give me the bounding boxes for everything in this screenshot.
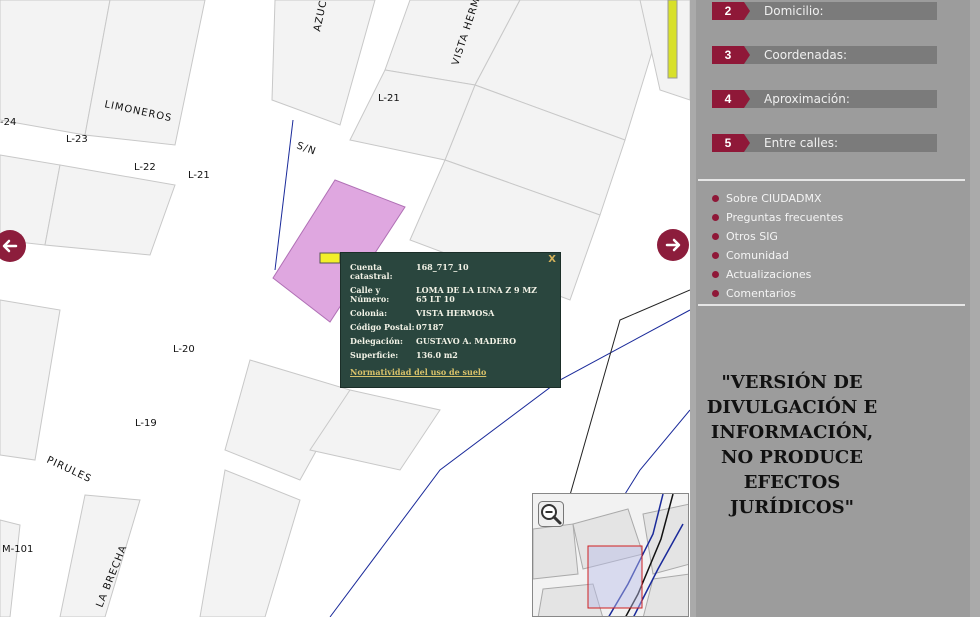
info-value: LOMA DE LA LUNA Z 9 MZ 65 LT 10 — [416, 285, 538, 304]
parcel-info-popup: X Cuenta catastral: 168_717_10 Calle y N… — [340, 252, 561, 388]
arrow-left-icon — [2, 239, 18, 253]
step-label: Aproximación: — [764, 92, 850, 106]
menu-item-label: Preguntas frecuentes — [726, 211, 844, 224]
bullet-icon — [712, 290, 719, 297]
block-label: M-101 — [2, 544, 33, 555]
step-number-badge: 5 — [712, 134, 750, 152]
info-row: Superficie: 136.0 m2 — [350, 351, 550, 365]
info-value: 07187 — [416, 322, 444, 332]
info-value: 168_717_10 — [416, 262, 469, 272]
block-label: L-22 — [134, 162, 156, 173]
menu-item-comentarios[interactable]: Comentarios — [712, 287, 796, 305]
street-label: PIRULES — [45, 455, 94, 485]
lot-polygon — [0, 299, 61, 461]
bullet-icon — [712, 214, 719, 221]
menu-item-label: Sobre CIUDADMX — [726, 192, 822, 205]
info-label: Cuenta catastral: — [350, 262, 393, 281]
step-number-badge: 2 — [712, 2, 750, 20]
minimap-viewport — [587, 545, 643, 609]
block-label: L-20 — [173, 344, 195, 355]
info-row: Calle y Número: LOMA DE LA LUNA Z 9 MZ 6… — [350, 286, 550, 309]
menu-item-label: Actualizaciones — [726, 268, 812, 281]
bullet-icon — [712, 252, 719, 259]
lot-polygon — [199, 469, 301, 617]
step-aproximacion[interactable]: 4 Aproximación: — [712, 90, 937, 108]
info-label: Delegación: — [350, 336, 403, 346]
menu-item-otros-sig[interactable]: Otros SIG — [712, 230, 778, 248]
block-label: L-21 — [378, 93, 400, 104]
menu-item-actualizaciones[interactable]: Actualizaciones — [712, 268, 811, 286]
bullet-icon — [712, 195, 719, 202]
menu-item-label: Comunidad — [726, 249, 789, 262]
block-label: -24 — [0, 117, 16, 128]
info-row: Cuenta catastral: 168_717_10 — [350, 263, 550, 286]
info-label: Código Postal: — [350, 322, 415, 332]
info-label: Superficie: — [350, 350, 399, 360]
info-label: Calle y Número: — [350, 285, 390, 304]
parcel-info-table: Cuenta catastral: 168_717_10 Calle y Núm… — [350, 263, 550, 365]
menu-item-label: Otros SIG — [726, 230, 778, 243]
info-row: Código Postal: 07187 — [350, 323, 550, 337]
step-domicilio[interactable]: 2 Domicilio: — [712, 2, 937, 20]
bullet-icon — [712, 233, 719, 240]
yellow-feature — [667, 0, 678, 79]
block-label: L-23 — [66, 134, 88, 145]
info-label: Colonia: — [350, 308, 388, 318]
info-row: Delegación: GUSTAVO A. MADERO — [350, 337, 550, 351]
yellow-marker — [319, 252, 341, 264]
info-row: Colonia: VISTA HERMOSA — [350, 309, 550, 323]
block-label: L-21 — [188, 170, 210, 181]
menu-item-preguntas-frecuentes[interactable]: Preguntas frecuentes — [712, 211, 843, 229]
info-value: 136.0 m2 — [416, 350, 458, 360]
divider — [698, 304, 965, 306]
step-number-badge: 4 — [712, 90, 750, 108]
legal-disclaimer: "VERSIÓN DE DIVULGACIÓN E INFORMACIÓN, N… — [706, 372, 878, 518]
menu-item-sobre-ciudadmx[interactable]: Sobre CIUDADMX — [712, 192, 822, 210]
step-entre-calles[interactable]: 5 Entre calles: — [712, 134, 937, 152]
map-view[interactable]: -24 L-23 L-22 L-21 L-21 L-20 L-19 M-101 … — [0, 0, 690, 617]
divider — [698, 179, 965, 181]
step-coordenadas[interactable]: 3 Coordenadas: — [712, 46, 937, 64]
zoom-out-icon[interactable] — [538, 501, 564, 527]
step-number-badge: 3 — [712, 46, 750, 64]
land-use-link[interactable]: Normatividad del uso de suelo — [350, 367, 486, 377]
info-value: VISTA HERMOSA — [416, 308, 495, 318]
menu-item-label: Comentarios — [726, 287, 796, 300]
overview-minimap[interactable] — [532, 493, 689, 617]
next-arrow-button[interactable] — [657, 229, 689, 261]
step-label: Entre calles: — [764, 136, 839, 150]
lot-polygon — [0, 519, 21, 617]
lot-polygon — [44, 164, 176, 256]
step-label: Domicilio: — [764, 4, 824, 18]
step-label: Coordenadas: — [764, 48, 848, 62]
block-label: L-19 — [135, 418, 157, 429]
info-value: GUSTAVO A. MADERO — [416, 336, 517, 346]
street-label: S/N — [295, 140, 318, 157]
menu-item-comunidad[interactable]: Comunidad — [712, 249, 789, 267]
arrow-right-icon — [665, 238, 681, 252]
bullet-icon — [712, 271, 719, 278]
